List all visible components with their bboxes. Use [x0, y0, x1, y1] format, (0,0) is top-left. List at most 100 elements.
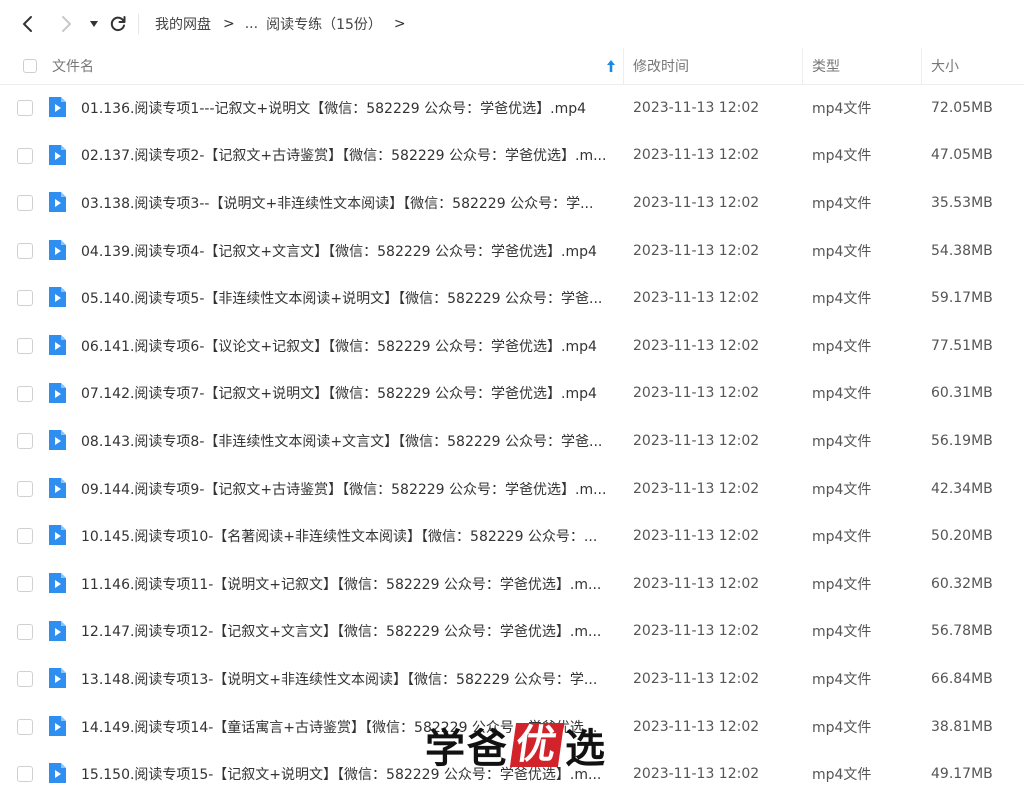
file-name[interactable]: 15.150.阅读专项15-【记叙文+说明文】【微信：582229 公众号：学爸…: [81, 750, 616, 798]
file-name[interactable]: 12.147.阅读专项12-【记叙文+文言文】【微信：582229 公众号：学爸…: [81, 608, 616, 656]
column-header-name[interactable]: 文件名: [52, 48, 94, 84]
row-checkbox[interactable]: [17, 195, 33, 212]
file-name[interactable]: 09.144.阅读专项9-【记叙文+古诗鉴赏】【微信：582229 公众号：学爸…: [81, 465, 616, 513]
table-row[interactable]: 06.141.阅读专项6-【议论文+记叙文】【微信：582229 公众号：学爸优…: [0, 322, 1024, 370]
file-size: 59.17MB: [931, 290, 993, 307]
row-checkbox[interactable]: [17, 290, 33, 307]
table-row[interactable]: 15.150.阅读专项15-【记叙文+说明文】【微信：582229 公众号：学爸…: [0, 750, 1024, 798]
breadcrumb-root[interactable]: 我的网盘: [155, 14, 211, 34]
file-type: mp4文件: [812, 386, 872, 403]
row-checkbox[interactable]: [17, 100, 33, 116]
video-file-icon: [49, 668, 66, 689]
file-name[interactable]: 01.136.阅读专项1---记叙文+说明文【微信：582229 公众号：学爸优…: [81, 84, 616, 132]
select-all-checkbox[interactable]: [23, 59, 37, 73]
file-modified-time: 2023-11-13 12:02: [633, 718, 760, 735]
file-name[interactable]: 14.149.阅读专项14-【童话寓言+古诗鉴赏】【微信：582229 公众号：…: [81, 703, 616, 751]
column-header-size[interactable]: 大小: [931, 48, 959, 84]
table-row[interactable]: 10.145.阅读专项10-【名著阅读+非连续性文本阅读】【微信：582229 …: [0, 512, 1024, 560]
file-name[interactable]: 11.146.阅读专项11-【说明文+记叙文】【微信：582229 公众号：学爸…: [81, 560, 616, 608]
file-type: mp4文件: [812, 195, 872, 212]
table-row[interactable]: 01.136.阅读专项1---记叙文+说明文【微信：582229 公众号：学爸优…: [0, 84, 1024, 132]
file-name[interactable]: 10.145.阅读专项10-【名著阅读+非连续性文本阅读】【微信：582229 …: [81, 512, 616, 560]
file-size: 60.32MB: [931, 575, 993, 592]
history-dropdown-button[interactable]: [82, 12, 106, 36]
file-type: mp4文件: [812, 481, 872, 498]
file-modified-time: 2023-11-13 12:02: [633, 147, 760, 164]
video-file-icon: [49, 239, 66, 260]
table-row[interactable]: 14.149.阅读专项14-【童话寓言+古诗鉴赏】【微信：582229 公众号：…: [0, 703, 1024, 751]
file-modified-time: 2023-11-13 12:02: [633, 99, 760, 116]
file-modified-time: 2023-11-13 12:02: [633, 242, 760, 259]
row-checkbox[interactable]: [17, 576, 33, 592]
file-type: mp4文件: [812, 767, 872, 784]
row-checkbox[interactable]: [17, 242, 33, 259]
file-name[interactable]: 04.139.阅读专项4-【记叙文+文言文】【微信：582229 公众号：学爸优…: [81, 227, 616, 275]
file-size: 49.17MB: [931, 766, 993, 783]
column-divider[interactable]: [802, 48, 803, 84]
forward-button[interactable]: [54, 12, 78, 36]
breadcrumb: 我的网盘 > ... 阅读专练（15份） >: [155, 0, 406, 48]
file-name[interactable]: 08.143.阅读专项8-【非连续性文本阅读+文言文】【微信：582229 公众…: [81, 417, 616, 465]
table-row[interactable]: 03.138.阅读专项3--【说明文+非连续性文本阅读】【微信：582229 公…: [0, 179, 1024, 227]
table-row[interactable]: 05.140.阅读专项5-【非连续性文本阅读+说明文】【微信：582229 公众…: [0, 274, 1024, 322]
row-checkbox[interactable]: [17, 338, 33, 354]
file-type: mp4文件: [812, 529, 872, 546]
file-size: 72.05MB: [931, 99, 993, 116]
chevron-right-icon: [62, 16, 71, 32]
back-button[interactable]: [16, 12, 40, 36]
video-file-icon: [49, 335, 66, 355]
table-row[interactable]: 04.139.阅读专项4-【记叙文+文言文】【微信：582229 公众号：学爸优…: [0, 227, 1024, 275]
table-row[interactable]: 02.137.阅读专项2-【记叙文+古诗鉴赏】【微信：582229 公众号：学爸…: [0, 132, 1024, 180]
file-modified-time: 2023-11-13 12:02: [633, 670, 760, 687]
video-file-icon: [49, 97, 66, 117]
table-row[interactable]: 07.142.阅读专项7-【记叙文+说明文】【微信：582229 公众号：学爸优…: [0, 370, 1024, 418]
file-size: 66.84MB: [931, 670, 993, 687]
file-type: mp4文件: [812, 624, 872, 641]
video-file-icon: [49, 192, 66, 213]
file-size: 56.19MB: [931, 432, 993, 449]
table-row[interactable]: 08.143.阅读专项8-【非连续性文本阅读+文言文】【微信：582229 公众…: [0, 417, 1024, 465]
row-checkbox[interactable]: [17, 433, 33, 450]
row-checkbox[interactable]: [17, 147, 33, 164]
row-checkbox[interactable]: [17, 623, 33, 640]
refresh-icon: [110, 16, 126, 32]
file-name[interactable]: 02.137.阅读专项2-【记叙文+古诗鉴赏】【微信：582229 公众号：学爸…: [81, 132, 616, 180]
file-modified-time: 2023-11-13 12:02: [633, 337, 760, 354]
file-type: mp4文件: [812, 148, 872, 165]
row-checkbox[interactable]: [17, 671, 33, 688]
breadcrumb-ellipsis[interactable]: ...: [245, 16, 258, 32]
column-divider[interactable]: [921, 48, 922, 84]
caret-down-icon: [90, 21, 98, 27]
file-modified-time: 2023-11-13 12:02: [633, 194, 760, 211]
table-row[interactable]: 12.147.阅读专项12-【记叙文+文言文】【微信：582229 公众号：学爸…: [0, 608, 1024, 656]
row-checkbox[interactable]: [17, 718, 33, 735]
video-file-icon: [49, 525, 66, 546]
row-checkbox[interactable]: [17, 766, 33, 783]
table-row[interactable]: 11.146.阅读专项11-【说明文+记叙文】【微信：582229 公众号：学爸…: [0, 560, 1024, 608]
video-file-icon: [49, 573, 66, 593]
file-size: 38.81MB: [931, 718, 993, 735]
row-checkbox[interactable]: [17, 480, 33, 497]
file-name[interactable]: 05.140.阅读专项5-【非连续性文本阅读+说明文】【微信：582229 公众…: [81, 274, 616, 322]
file-modified-time: 2023-11-13 12:02: [633, 766, 760, 783]
refresh-button[interactable]: [106, 12, 130, 36]
row-checkbox[interactable]: [17, 528, 33, 545]
file-name[interactable]: 13.148.阅读专项13-【说明文+非连续性文本阅读】【微信：582229 公…: [81, 655, 616, 703]
file-name[interactable]: 06.141.阅读专项6-【议论文+记叙文】【微信：582229 公众号：学爸优…: [81, 322, 616, 370]
file-name[interactable]: 07.142.阅读专项7-【记叙文+说明文】【微信：582229 公众号：学爸优…: [81, 370, 616, 418]
table-row[interactable]: 13.148.阅读专项13-【说明文+非连续性文本阅读】【微信：582229 公…: [0, 655, 1024, 703]
breadcrumb-current[interactable]: 阅读专练（15份）: [266, 14, 382, 34]
top-navigation-bar: 我的网盘 > ... 阅读专练（15份） >: [0, 0, 1024, 48]
file-name[interactable]: 03.138.阅读专项3--【说明文+非连续性文本阅读】【微信：582229 公…: [81, 179, 616, 227]
file-type: mp4文件: [812, 576, 872, 593]
table-row[interactable]: 09.144.阅读专项9-【记叙文+古诗鉴赏】【微信：582229 公众号：学爸…: [0, 465, 1024, 513]
breadcrumb-separator: >: [223, 16, 235, 32]
sort-up-icon[interactable]: [605, 59, 617, 73]
breadcrumb-separator: >: [393, 16, 406, 32]
column-divider[interactable]: [623, 48, 624, 84]
file-type: mp4文件: [812, 671, 872, 688]
video-file-icon: [49, 763, 66, 784]
column-header-type[interactable]: 类型: [812, 48, 840, 84]
row-checkbox[interactable]: [17, 385, 33, 402]
column-header-time[interactable]: 修改时间: [633, 48, 689, 84]
